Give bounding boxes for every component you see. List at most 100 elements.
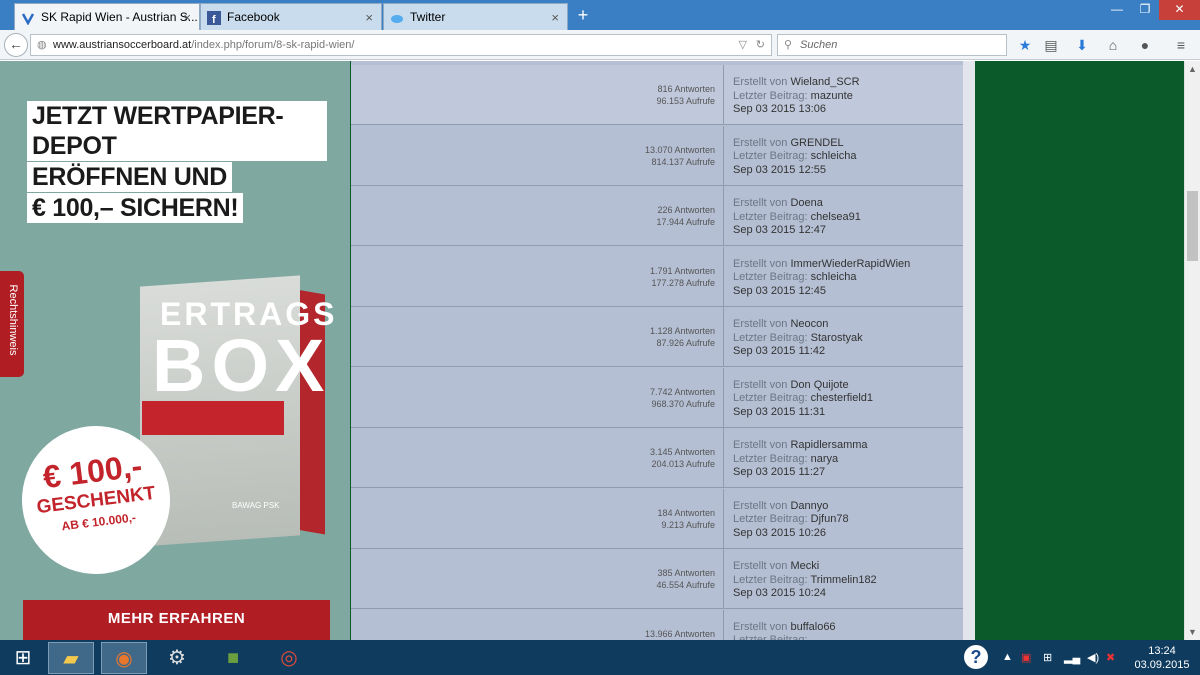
thread-author-link[interactable]: Wieland_SCR bbox=[790, 76, 859, 88]
tab-close-icon[interactable]: × bbox=[365, 4, 373, 31]
thread-author-link[interactable]: Don Quijote bbox=[790, 379, 848, 391]
thread-row[interactable]: 13.070 Antworten 814.137 Aufrufe Erstellt … bbox=[351, 125, 963, 186]
thread-author-link[interactable]: Rapidlersamma bbox=[790, 439, 867, 451]
legal-notice-tab[interactable]: Rechtshinweis bbox=[0, 271, 24, 377]
thread-stats: 226 Antworten 17.944 Aufrufe bbox=[351, 186, 724, 246]
tab-label: Facebook bbox=[227, 10, 280, 24]
views-count: 177.278 Aufrufe bbox=[651, 277, 715, 288]
thread-info: Erstellt von GRENDEL Letzter Beitrag: sch… bbox=[733, 126, 857, 178]
system-clock[interactable]: 13:24 03.09.2015 bbox=[1130, 644, 1194, 672]
download-icon[interactable]: ⬇ bbox=[1073, 36, 1091, 54]
last-poster-link[interactable]: narya bbox=[811, 453, 839, 465]
last-poster-link[interactable]: chelsea91 bbox=[811, 211, 861, 223]
thread-author-link[interactable]: Doena bbox=[790, 197, 822, 209]
clock-time: 13:24 bbox=[1148, 645, 1176, 657]
thread-row[interactable]: 1.128 Antworten 87.926 Aufrufe Erstellt vo… bbox=[351, 307, 963, 367]
last-post-label: Letzter Beitrag: bbox=[733, 573, 808, 586]
tab-close-icon[interactable]: × bbox=[183, 4, 191, 31]
last-poster-link[interactable]: Djfun78 bbox=[811, 513, 849, 525]
tab-rapid-wien[interactable]: SK Rapid Wien - Austrian S... × bbox=[14, 3, 200, 30]
thread-row[interactable]: 7.742 Antworten 968.370 Aufrufe Erstellt v… bbox=[351, 367, 963, 428]
notification-icon[interactable]: ✖ bbox=[1106, 651, 1115, 664]
thread-author-link[interactable]: Mecki bbox=[790, 560, 819, 572]
last-poster-link[interactable]: Starostyak bbox=[811, 332, 863, 344]
antivirus-icon[interactable]: ▣ bbox=[1021, 651, 1031, 664]
reload-icon[interactable]: ↻ bbox=[756, 35, 765, 55]
views-count: 9.213 Aufrufe bbox=[661, 519, 715, 530]
ad-headline-line: ERÖFFNEN UND bbox=[27, 162, 233, 192]
tab-twitter[interactable]: Twitter × bbox=[383, 3, 568, 30]
close-window-button[interactable]: ✕ bbox=[1159, 0, 1200, 20]
page-scrollbar[interactable]: ▲ ▼ bbox=[1184, 61, 1200, 640]
advertisement-banner[interactable]: JETZT WERTPAPIER-DEPOT ERÖFFNEN UND € 10… bbox=[0, 61, 350, 640]
url-host: www.austriansoccerboard.at bbox=[53, 39, 192, 51]
scroll-up-icon[interactable]: ▲ bbox=[1188, 64, 1197, 74]
new-tab-button[interactable]: + bbox=[572, 4, 594, 26]
legal-notice-label: Rechtshinweis bbox=[7, 284, 19, 356]
answers-count: 13.070 Antworten bbox=[644, 144, 715, 155]
bookmarks-list-icon[interactable]: ▤ bbox=[1042, 36, 1060, 54]
windows-flag-icon[interactable]: ⊞ bbox=[1043, 651, 1052, 664]
last-post-label: Letzter Beitrag: bbox=[733, 513, 808, 525]
address-bar[interactable]: ◍ www.austriansoccerboard.at/index.php/f… bbox=[30, 34, 772, 56]
dropdown-arrow-icon[interactable]: ▽ bbox=[739, 35, 747, 55]
volume-icon[interactable]: ◀) bbox=[1087, 651, 1099, 664]
steam-icon[interactable]: ⚙ bbox=[154, 642, 200, 674]
scrollbar-thumb[interactable] bbox=[1187, 191, 1198, 261]
minecraft-icon[interactable]: ■ bbox=[210, 642, 256, 674]
thread-row[interactable]: 1.791 Antworten 177.278 Aufrufe Erstellt v… bbox=[351, 246, 963, 307]
mehr-erfahren-button[interactable]: MEHR ERFAHREN bbox=[23, 600, 330, 640]
thread-row[interactable]: 226 Antworten 17.944 Aufrufe Erstellt von … bbox=[351, 186, 963, 246]
thread-stats: 7.742 Antworten 968.370 Aufrufe bbox=[351, 367, 724, 428]
last-poster-link[interactable]: Trimmelin182 bbox=[810, 574, 876, 586]
last-poster-link[interactable]: chesterfield1 bbox=[811, 392, 873, 404]
search-input[interactable]: ⚲ Suchen bbox=[777, 34, 1007, 56]
answers-count: 1.128 Antworten bbox=[649, 326, 715, 336]
answers-count: 1.791 Antworten bbox=[649, 265, 715, 276]
bookmark-star-icon[interactable]: ★ bbox=[1016, 36, 1034, 54]
last-post-date: Sep 03 2015 13:06 bbox=[733, 103, 826, 115]
tab-facebook[interactable]: f Facebook × bbox=[200, 3, 382, 30]
file-explorer-icon[interactable]: ▰ bbox=[48, 642, 94, 674]
thread-author-link[interactable]: buffalo66 bbox=[790, 621, 835, 633]
twitter-favicon-icon bbox=[391, 15, 403, 23]
last-post-date: Sep 03 2015 10:24 bbox=[733, 587, 826, 599]
menu-icon[interactable]: ≡ bbox=[1172, 36, 1190, 54]
tab-close-icon[interactable]: × bbox=[551, 4, 559, 31]
last-poster-link[interactable]: schleicha bbox=[811, 271, 857, 283]
maximize-button[interactable]: ❐ bbox=[1131, 0, 1159, 20]
minimize-button[interactable]: — bbox=[1103, 0, 1131, 20]
firefox-icon[interactable]: ◉ bbox=[101, 642, 147, 674]
thread-author-link[interactable]: Dannyo bbox=[790, 500, 828, 512]
last-post-label: Letzter Beitrag: bbox=[733, 392, 808, 404]
thread-stats: 385 Antworten 46.554 Aufrufe bbox=[351, 549, 724, 609]
thread-row[interactable]: 184 Antworten 9.213 Aufrufe Erstellt von D… bbox=[351, 488, 963, 549]
created-by-label: Erstellt von bbox=[733, 439, 788, 451]
answers-count: 385 Antworten bbox=[657, 568, 715, 578]
thread-author-link[interactable]: Neocon bbox=[790, 318, 828, 330]
help-icon[interactable]: ? bbox=[964, 645, 988, 669]
thread-row[interactable]: 3.145 Antworten 204.013 Aufrufe Erstellt v… bbox=[351, 428, 963, 488]
thread-author-link[interactable]: ImmerWiederRapidWien bbox=[790, 258, 910, 270]
answers-count: 816 Antworten bbox=[657, 84, 715, 94]
chrome-icon[interactable]: ◎ bbox=[266, 642, 312, 674]
home-icon[interactable]: ⌂ bbox=[1104, 36, 1122, 54]
thread-row[interactable]: 816 Antworten 96.153 Aufrufe Erstellt von … bbox=[351, 65, 963, 125]
last-poster-link[interactable]: mazunte bbox=[811, 90, 853, 102]
last-poster-link[interactable]: schleicha bbox=[811, 150, 857, 162]
last-post-date: Sep 03 2015 12:55 bbox=[733, 163, 826, 176]
show-hidden-icons[interactable]: ▲ bbox=[1002, 651, 1013, 663]
thread-row[interactable]: 13.966 Antworten Erstellt von buffalo66 Le… bbox=[351, 609, 963, 640]
back-button[interactable]: ← bbox=[4, 33, 28, 57]
scroll-down-icon[interactable]: ▼ bbox=[1188, 627, 1197, 637]
thread-stats: 1.791 Antworten 177.278 Aufrufe bbox=[351, 246, 724, 307]
answers-count: 7.742 Antworten bbox=[649, 386, 715, 397]
thread-row[interactable]: 385 Antworten 46.554 Aufrufe Erstellt von … bbox=[351, 549, 963, 609]
network-icon[interactable]: ▂▄ bbox=[1064, 651, 1080, 664]
start-button-icon[interactable]: ⊞ bbox=[0, 642, 46, 674]
chat-icon[interactable]: ● bbox=[1136, 36, 1154, 54]
facebook-favicon-icon: f bbox=[207, 11, 221, 25]
last-post-date: Sep 03 2015 12:45 bbox=[733, 284, 826, 297]
thread-stats: 3.145 Antworten 204.013 Aufrufe bbox=[351, 428, 724, 488]
thread-author-link[interactable]: GRENDEL bbox=[790, 137, 843, 149]
